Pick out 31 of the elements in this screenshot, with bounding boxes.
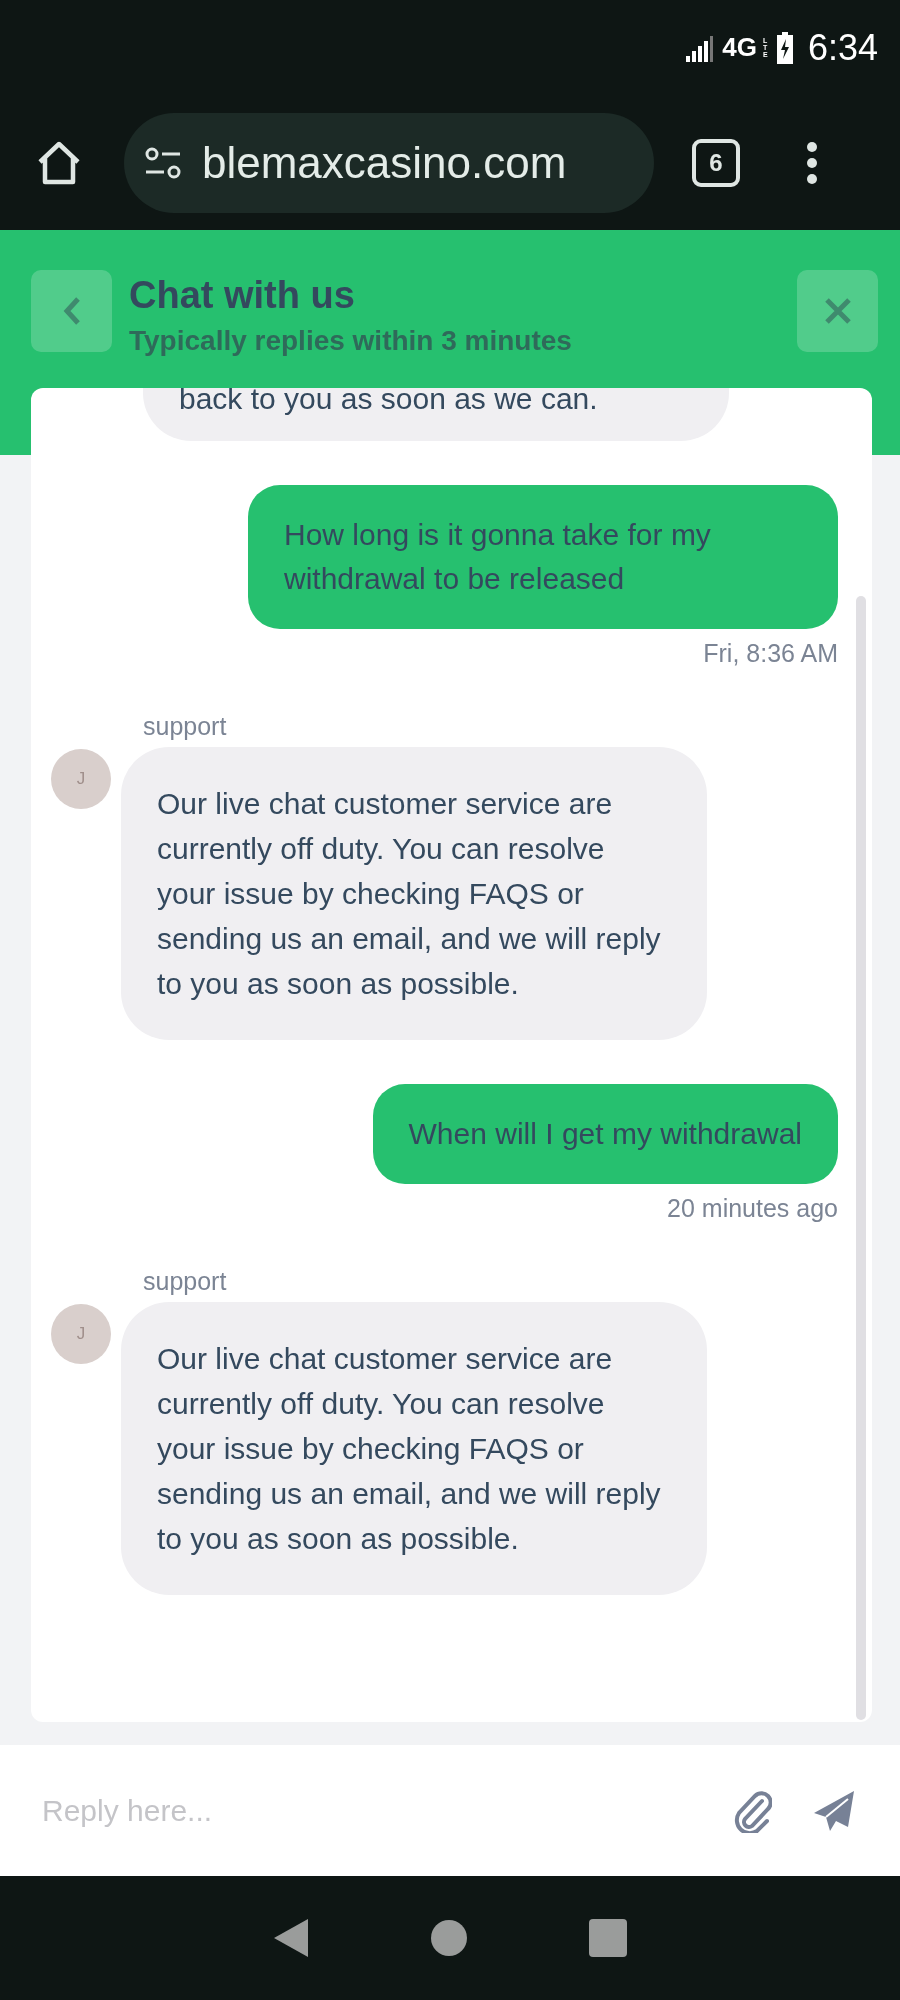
- recents-nav-icon[interactable]: [588, 1918, 628, 1958]
- avatar: J: [51, 749, 111, 809]
- close-icon: [823, 297, 852, 325]
- received-message-bubble: Our live chat customer service are currently off duty. You can resolve your issue by checking FAQS or sending us an email, and we will reply to you as soon as possible.: [121, 1302, 707, 1595]
- address-bar[interactable]: blemaxcasino.com: [124, 112, 654, 213]
- sent-message-bubble: How long is it gonna take for my withdrawal to be released: [248, 485, 838, 629]
- network-label: 4G: [722, 32, 757, 63]
- send-icon[interactable]: [812, 1788, 856, 1833]
- tab-count-button[interactable]: 6: [692, 138, 740, 187]
- chat-title: Chat with us: [129, 274, 356, 317]
- scrollbar[interactable]: [856, 596, 866, 1720]
- sender-name: support: [143, 1267, 228, 1296]
- battery-charging-icon: [775, 31, 794, 64]
- message-time: Fri, 8:36 AM: [703, 639, 838, 668]
- home-icon[interactable]: [36, 139, 82, 186]
- received-message-bubble: back to you as soon as we can.: [143, 388, 729, 441]
- avatar: J: [51, 1304, 111, 1364]
- clock: 6:34: [807, 26, 878, 69]
- site-settings-icon[interactable]: [144, 145, 182, 180]
- home-nav-icon[interactable]: [430, 1919, 468, 1957]
- back-nav-icon[interactable]: [272, 1917, 310, 1959]
- received-message-bubble: Our live chat customer service are currently off duty. You can resolve your issue by checking FAQS or sending us an email, and we will reply to you as soon as possible.: [121, 747, 707, 1040]
- chat-subtitle: Typically replies within 3 minutes: [129, 325, 573, 357]
- message-time: 20 minutes ago: [667, 1194, 838, 1223]
- menu-icon[interactable]: [806, 140, 818, 185]
- paperclip-icon[interactable]: [732, 1788, 772, 1833]
- reply-field[interactable]: Reply here...: [42, 1793, 692, 1828]
- sent-message-bubble: When will I get my withdrawal: [372, 1084, 838, 1184]
- sender-name: support: [143, 712, 228, 741]
- url-text: blemaxcasino.com: [202, 137, 567, 188]
- back-icon: [62, 296, 81, 326]
